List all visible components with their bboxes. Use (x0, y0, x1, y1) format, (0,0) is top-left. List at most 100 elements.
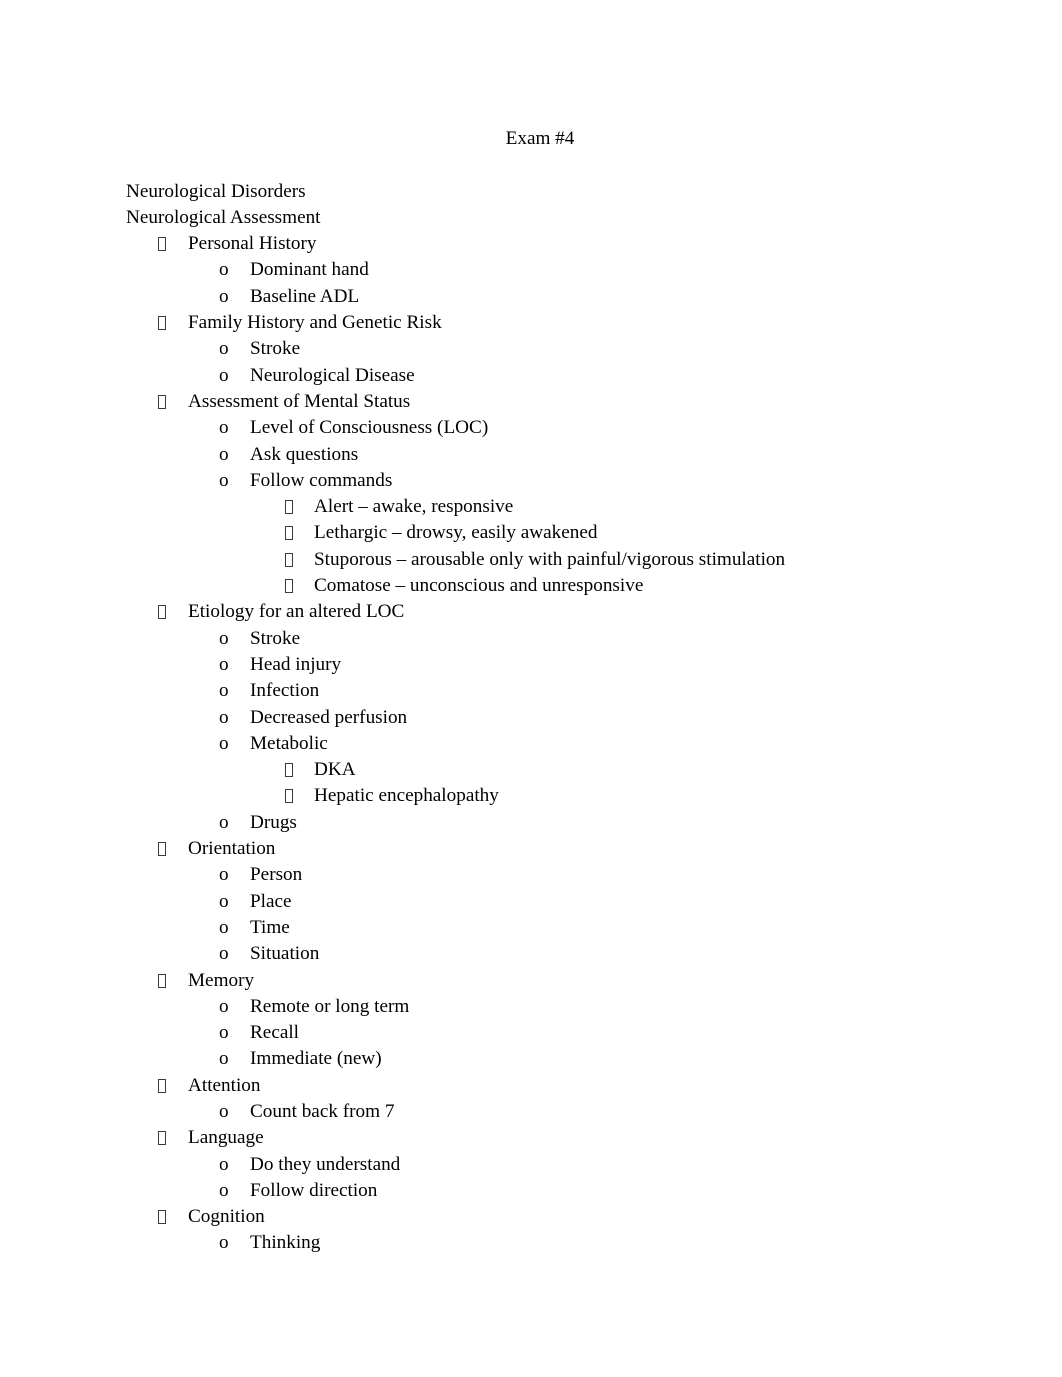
bullet-box-icon (285, 573, 314, 599)
outline-item-label: Etiology for an altered LOC (188, 601, 405, 623)
document-page: Exam #4 Neurological Disorders Neurologi… (0, 0, 1062, 1377)
outline-item-level-3: Comatose – unconscious and unresponsive (126, 573, 936, 599)
outline-item-level-2: o Level of Consciousness (LOC) (126, 415, 936, 441)
missing-glyph-box-icon (285, 526, 293, 541)
outline-item-label: Stroke (250, 338, 301, 360)
outline-item-level-2: o Metabolic (126, 731, 936, 757)
outline-item-level-2: o Recall (126, 1020, 936, 1046)
outline-item-label: Ask questions (250, 443, 359, 465)
bullet-o-icon: o (219, 1179, 229, 1201)
outline-item-level-2: o Decreased perfusion (126, 705, 936, 731)
bullet-o-icon: o (219, 916, 229, 938)
outline-item-level-3: Lethargic – drowsy, easily awakened (126, 520, 936, 546)
outline-item-level-2: o Ask questions (126, 442, 936, 468)
outline-item-label: Follow direction (250, 1179, 378, 1201)
outline-item-level-2: o Neurological Disease (126, 363, 936, 389)
outline-item-level-2: o Place (126, 889, 936, 915)
bullet-box-icon (285, 757, 314, 783)
bullet-o-icon: o (219, 890, 229, 912)
outline-item-level-2: o Remote or long term (126, 994, 936, 1020)
outline-item-label: Stroke (250, 627, 301, 649)
outline-item-label: Memory (188, 969, 255, 991)
bullet-box-icon (285, 783, 314, 809)
bullet-o-icon: o (219, 943, 229, 965)
bullet-box-icon (158, 599, 188, 625)
outline-item-label: Orientation (188, 838, 276, 860)
bullet-o-icon: o (219, 1048, 229, 1070)
bullet-o-icon: o (219, 811, 229, 833)
outline-item-level-3: Stuporous – arousable only with painful/… (126, 547, 936, 573)
outline-item-label: DKA (314, 759, 356, 781)
bullet-o-icon: o (219, 1100, 229, 1122)
outline-item-level-1: Etiology for an altered LOC (126, 599, 936, 625)
outline-item-label: Infection (250, 680, 320, 702)
bullet-o-icon: o (219, 732, 229, 754)
bullet-o-icon: o (219, 653, 229, 675)
missing-glyph-box-icon (158, 1210, 166, 1225)
bullet-box-icon (285, 494, 314, 520)
bullet-o-icon: o (219, 285, 229, 307)
outline-item-label: Do they understand (250, 1153, 401, 1175)
missing-glyph-box-icon (158, 316, 166, 331)
missing-glyph-box-icon (285, 789, 293, 804)
outline-item-label: Situation (250, 943, 320, 965)
bullet-box-icon (158, 1204, 188, 1230)
bullet-o-icon: o (219, 706, 229, 728)
missing-glyph-box-icon (158, 973, 166, 988)
bullet-o-icon: o (219, 1232, 229, 1254)
bullet-box-icon (158, 1073, 188, 1099)
outline-item-level-3: DKA (126, 757, 936, 783)
bullet-o-icon: o (219, 995, 229, 1017)
outline-item-level-1: Personal History (126, 231, 936, 257)
bullet-o-icon: o (219, 364, 229, 386)
outline-item-level-3: Alert – awake, responsive (126, 494, 936, 520)
bullet-box-icon (285, 520, 314, 546)
missing-glyph-box-icon (158, 237, 166, 252)
missing-glyph-box-icon (285, 763, 293, 778)
outline-item-label: Comatose – unconscious and unresponsive (314, 575, 644, 597)
bullet-o-icon: o (219, 864, 229, 886)
outline-item-label: Count back from 7 (250, 1100, 395, 1122)
bullet-o-icon: o (219, 259, 229, 281)
outline-item-label: Family History and Genetic Risk (188, 312, 442, 334)
outline-item-level-2: o Stroke (126, 626, 936, 652)
page-title: Exam #4 (505, 128, 575, 149)
missing-glyph-box-icon (158, 394, 166, 409)
missing-glyph-box-icon (158, 1131, 166, 1146)
outline-item-label: Person (250, 864, 303, 886)
outline-item-level-2: o Follow commands (126, 468, 936, 494)
outline-item-label: Dominant hand (250, 259, 369, 281)
outline-item-level-1: Family History and Genetic Risk (126, 310, 936, 336)
document-body: Exam #4 Neurological Disorders Neurologi… (126, 126, 936, 1257)
outline-item-label: Language (188, 1127, 264, 1149)
bullet-o-icon: o (219, 338, 229, 360)
bullet-o-icon: o (219, 443, 229, 465)
bullet-box-icon (158, 389, 188, 415)
bullet-box-icon (158, 836, 188, 862)
outline-item-level-2: o Drugs (126, 810, 936, 836)
outline-item-level-2: o Head injury (126, 652, 936, 678)
outline-item-level-3: Hepatic encephalopathy (126, 783, 936, 809)
outline-item-label: Time (250, 916, 290, 938)
missing-glyph-box-icon (285, 579, 293, 594)
outline-item-label: Follow commands (250, 469, 393, 491)
missing-glyph-box-icon (158, 1078, 166, 1093)
missing-glyph-box-icon (285, 552, 293, 567)
outline-item-label: Assessment of Mental Status (188, 390, 411, 412)
outline-item-level-2: o Thinking (126, 1230, 936, 1256)
outline-item-level-2: o Situation (126, 941, 936, 967)
outline-item-level-1: Attention (126, 1073, 936, 1099)
outline-item-level-1: Memory (126, 968, 936, 994)
bullet-box-icon (158, 310, 188, 336)
bullet-box-icon (285, 547, 314, 573)
outline-item-label: Remote or long term (250, 995, 410, 1017)
outline-item-level-2: o Baseline ADL (126, 284, 936, 310)
bullet-o-icon: o (219, 1153, 229, 1175)
missing-glyph-box-icon (158, 842, 166, 857)
outline-item-label: Alert – awake, responsive (314, 496, 514, 518)
outline-item-label: Baseline ADL (250, 285, 360, 307)
bullet-o-icon: o (219, 469, 229, 491)
outline-item-label: Place (250, 890, 292, 912)
outline-item-label: Cognition (188, 1206, 265, 1228)
